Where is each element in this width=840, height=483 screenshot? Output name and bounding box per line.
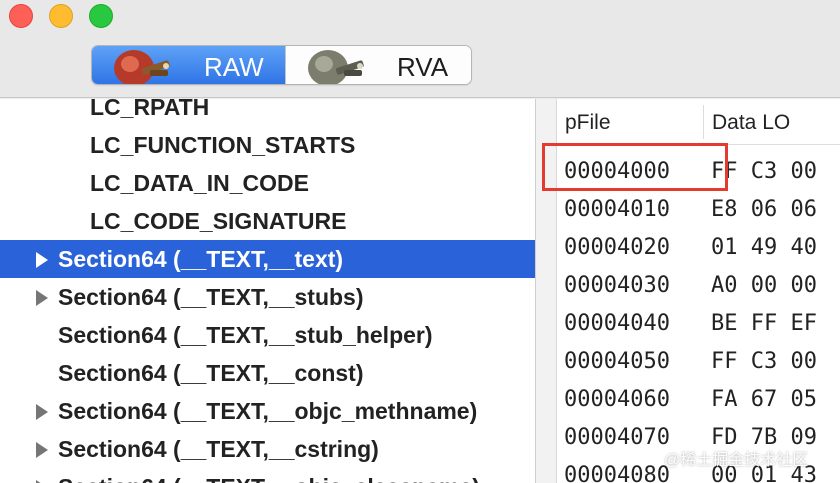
outline-item-label: LC_RPATH: [90, 99, 210, 120]
column-separator[interactable]: [703, 105, 704, 139]
disclosure-triangle-icon[interactable]: [36, 442, 48, 458]
table-row[interactable]: 00004060 FA 67 05: [557, 380, 840, 418]
outline-item-label: Section64 (__TEXT,__const): [58, 359, 364, 386]
data-lo-cell: FF C3 00: [711, 349, 817, 374]
watermark-text: @稀土掘金技术社区: [664, 452, 809, 469]
rva-mode-segment[interactable]: RVA: [285, 46, 471, 84]
outline-item-lc-rpath[interactable]: LC_RPATH: [0, 99, 535, 126]
data-lo-cell: FA 67 05: [711, 387, 817, 412]
outline-item-section-stubs[interactable]: Section64 (__TEXT,__stubs): [0, 278, 535, 316]
outline-item-label: Section64 (__TEXT,__stub_helper): [58, 321, 433, 348]
minimize-window-button[interactable]: [49, 4, 73, 28]
outline-item-label: Section64 (__TEXT,__objc_methname): [58, 397, 478, 424]
disclosure-triangle-icon[interactable]: [36, 404, 48, 420]
table-row[interactable]: 00004040 BE FF EF: [557, 304, 840, 342]
outline-item-section-cstring[interactable]: Section64 (__TEXT,__cstring): [0, 430, 535, 468]
outline-item-label: Section64 (__TEXT,__text): [58, 245, 344, 272]
table-row[interactable]: 00004020 01 49 40: [557, 228, 840, 266]
window-titlebar: RAW RVA: [0, 0, 840, 98]
pfile-cell: 00004040: [564, 311, 670, 336]
data-lo-cell: A0 00 00: [711, 273, 817, 298]
outline-item-section-objc-classname[interactable]: Section64 (__TEXT,__objc_classname): [0, 468, 535, 483]
outline-item-label: Section64 (__TEXT,__objc_classname): [58, 474, 480, 483]
annotation-highlight-box: [542, 143, 728, 191]
column-header-data-lo[interactable]: Data LO: [712, 111, 790, 135]
disclosure-triangle-icon[interactable]: [36, 290, 48, 306]
outline-item-label: LC_DATA_IN_CODE: [90, 169, 309, 196]
table-row[interactable]: 00004030 A0 00 00: [557, 266, 840, 304]
outline-item-section-const[interactable]: Section64 (__TEXT,__const): [0, 354, 535, 392]
wrench-machine-icon: [300, 46, 370, 84]
outline-item-label: LC_FUNCTION_STARTS: [90, 131, 356, 158]
outline-item-lc-code-signature[interactable]: LC_CODE_SIGNATURE: [0, 202, 535, 240]
load-commands-outline: LC_RPATH LC_FUNCTION_STARTS LC_DATA_IN_C…: [0, 99, 535, 483]
outline-item-lc-data-in-code[interactable]: LC_DATA_IN_CODE: [0, 164, 535, 202]
raw-mode-segment[interactable]: RAW: [92, 46, 285, 84]
outline-item-section-text[interactable]: Section64 (__TEXT,__text): [0, 240, 535, 278]
zoom-window-button[interactable]: [89, 4, 113, 28]
outline-item-label: LC_CODE_SIGNATURE: [90, 207, 347, 234]
close-window-button[interactable]: [9, 4, 33, 28]
pfile-cell: 00004020: [564, 235, 670, 260]
pfile-cell: 00004050: [564, 349, 670, 374]
column-header-pfile[interactable]: pFile: [565, 111, 611, 135]
disclosure-triangle-icon[interactable]: [36, 252, 48, 268]
outline-item-section-stub-helper[interactable]: Section64 (__TEXT,__stub_helper): [0, 316, 535, 354]
raw-segment-label: RAW: [204, 52, 264, 82]
table-row[interactable]: 00004010 E8 06 06: [557, 190, 840, 228]
data-lo-cell: BE FF EF: [711, 311, 817, 336]
pfile-cell: 00004080: [564, 463, 670, 483]
table-row[interactable]: 00004050 FF C3 00: [557, 342, 840, 380]
outline-item-label: Section64 (__TEXT,__cstring): [58, 435, 379, 462]
rva-segment-label: RVA: [397, 52, 449, 82]
pfile-cell: 00004070: [564, 425, 670, 450]
outline-item-label: Section64 (__TEXT,__stubs): [58, 283, 364, 310]
wrench-machine-icon: [106, 46, 176, 84]
table-header: pFile Data LO: [557, 99, 840, 145]
pfile-cell: 00004060: [564, 387, 670, 412]
address-mode-segmented-control: RAW RVA: [91, 45, 472, 85]
pfile-cell: 00004030: [564, 273, 670, 298]
data-lo-cell: E8 06 06: [711, 197, 817, 222]
outline-item-section-objc-methname[interactable]: Section64 (__TEXT,__objc_methname): [0, 392, 535, 430]
data-lo-cell: 01 49 40: [711, 235, 817, 260]
outline-item-lc-function-starts[interactable]: LC_FUNCTION_STARTS: [0, 126, 535, 164]
pfile-cell: 00004010: [564, 197, 670, 222]
